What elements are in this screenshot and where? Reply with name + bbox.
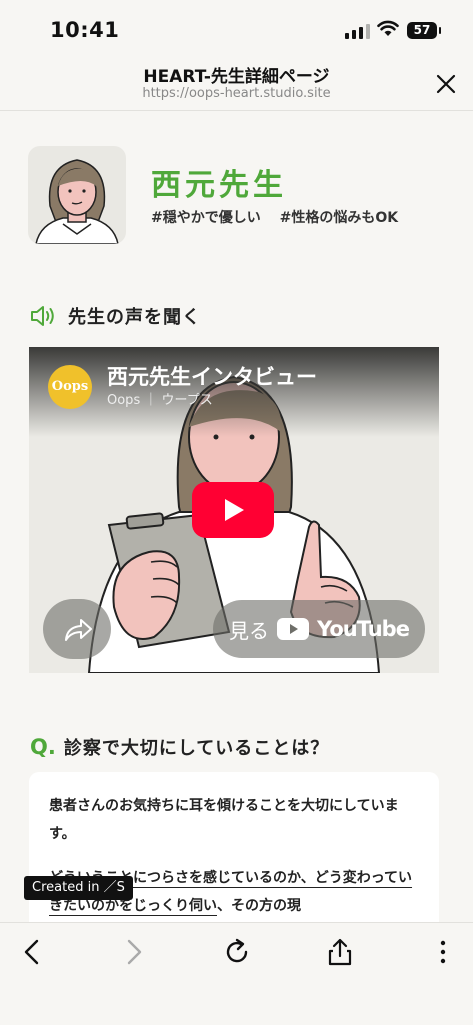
share-arrow-icon — [65, 619, 92, 641]
browser-toolbar — [0, 922, 473, 1025]
close-icon[interactable] — [432, 70, 460, 98]
clock: 10:41 — [50, 18, 120, 42]
voice-section-header: 先生の声を聞く — [30, 303, 201, 329]
share-icon[interactable] — [325, 937, 355, 967]
teacher-name: 西元先生 — [151, 168, 287, 203]
browser-header: HEART-先生詳細ページ https://oops-heart.studio.… — [0, 58, 473, 111]
video-channel-name: Oops ｜ ウープス — [107, 393, 213, 408]
youtube-logo-icon — [277, 618, 310, 640]
answer-paragraph-1: 患者さんのお気持ちに耳を傾けることを大切にしています。 — [49, 798, 399, 842]
answer-continuation: 、その方の現 — [217, 898, 301, 914]
channel-logo[interactable]: Oops — [48, 365, 92, 409]
back-icon[interactable] — [18, 937, 48, 967]
wifi-icon — [377, 20, 399, 36]
page-url: https://oops-heart.studio.site — [142, 86, 331, 101]
video-player[interactable]: Oops 西元先生インタビュー Oops ｜ ウープス 見る YouTube — [29, 347, 439, 673]
share-button[interactable] — [43, 599, 111, 659]
cellular-signal-icon — [345, 24, 370, 39]
question-header: Q. 診察で大切にしていることは？ — [30, 734, 329, 760]
play-button[interactable] — [192, 482, 274, 538]
watch-label: 見る — [229, 618, 270, 643]
reload-icon[interactable] — [222, 937, 252, 967]
answer-card: 患者さんのお気持ちに耳を傾けることを大切にしています。 どういうことにつらさを感… — [29, 772, 439, 942]
teacher-tags: #穏やかで優しい #性格の悩みもOK — [151, 210, 399, 226]
battery-icon: 57 — [407, 22, 441, 39]
teacher-avatar — [28, 146, 126, 244]
youtube-label: YouTube — [317, 617, 410, 641]
created-in-studio-badge[interactable]: Created in ／S — [24, 876, 133, 900]
speaker-icon — [31, 306, 54, 326]
forward-icon[interactable] — [118, 937, 148, 967]
video-title[interactable]: 西元先生インタビュー — [107, 361, 317, 391]
voice-section-title: 先生の声を聞く — [68, 307, 201, 328]
watch-on-youtube-button[interactable]: 見る YouTube — [213, 600, 425, 658]
page-title: HEART-先生詳細ページ — [143, 67, 330, 87]
question-text: 診察で大切にしていることは？ — [63, 738, 330, 759]
question-mark: Q. — [30, 735, 56, 759]
more-icon[interactable] — [428, 937, 458, 967]
status-bar: 10:41 57 — [0, 0, 473, 58]
